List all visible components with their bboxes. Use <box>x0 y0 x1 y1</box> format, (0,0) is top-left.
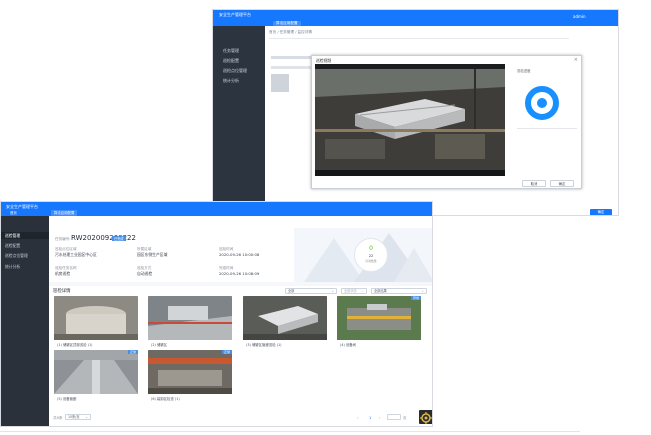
chevron-down-icon: ⌄ <box>421 289 424 293</box>
chevron-down-icon: ⌄ <box>331 289 334 293</box>
card-photo <box>54 296 138 340</box>
close-icon[interactable]: × <box>574 57 578 63</box>
inspection-card[interactable]: (2) 储罐区 <box>148 296 232 348</box>
card-badge: 正常 <box>221 350 232 354</box>
page-number[interactable]: 1 <box>369 416 371 420</box>
field-value-1: 园区东侧生产区域 <box>137 252 168 257</box>
modal-side-label: 巡检进度 <box>517 69 531 73</box>
card-photo <box>54 350 138 394</box>
inspection-card[interactable]: 正常 (6) 装卸区检查 (1) <box>148 350 232 403</box>
next-page-icon[interactable]: › <box>379 416 380 420</box>
background-window: 安全生产管理平台 admin 算法应用配置 任务管理 巡检配置 巡检点位管理 统… <box>212 9 619 216</box>
inspection-card[interactable]: 异常 (4) 设备间 <box>337 296 421 348</box>
modal-cancel-button[interactable]: 取消 <box>522 180 546 187</box>
industrial-scene-image <box>315 69 505 170</box>
main-user-label[interactable]: 首页 <box>10 210 17 215</box>
main-menu-2[interactable]: 巡检点位管理 <box>5 253 28 259</box>
modal-ok-button[interactable]: 确定 <box>550 180 574 187</box>
status-badge: 已完成 <box>112 236 126 241</box>
filter-all[interactable]: 全部 ⌄ <box>285 288 337 294</box>
back-breadcrumb: 首页 / 任务管理 / 监控详情 <box>269 30 312 34</box>
card-photo <box>337 296 421 340</box>
chevron-down-icon: ⌄ <box>361 289 364 293</box>
back-menu-2[interactable]: 巡检点位管理 <box>223 68 247 74</box>
main-tab[interactable]: 算法应用配置 <box>51 210 78 216</box>
card-caption: (5) 设备管廊 <box>57 397 77 401</box>
prev-page-icon[interactable]: ‹ <box>357 416 358 420</box>
score-circle: 0 22 异常数量 <box>354 238 388 272</box>
filter-result[interactable]: 全部结果 ⌄ <box>371 288 427 294</box>
back-topbar: 安全生产管理平台 admin 算法应用配置 <box>213 10 618 27</box>
card-caption: (1) 储罐区顶部巡检 (1) <box>57 343 93 347</box>
card-caption: (3) 储罐区管廊巡检 (1) <box>246 343 282 347</box>
card-photo <box>148 296 232 340</box>
inspection-video[interactable] <box>315 64 505 176</box>
gear-icon[interactable] <box>419 410 432 424</box>
task-summary: 任务编号: RW202009260222 已完成 巡检点位区域 污水处理工业园区… <box>49 228 432 282</box>
back-user-name[interactable]: admin <box>573 14 586 19</box>
back-menu-3[interactable]: 统计分析 <box>223 78 239 84</box>
field-value-5: 2020-09-26 10:08:09 <box>219 271 260 276</box>
card-badge: 异常 <box>410 296 421 300</box>
task-code-label: 任务编号: <box>55 237 71 241</box>
main-topbar: 安全生产管理平台 首页 算法应用配置 <box>1 202 432 216</box>
inspection-card[interactable]: (1) 储罐区顶部巡检 (1) <box>54 296 138 348</box>
score-note: 异常数量 <box>365 259 377 263</box>
card-photo <box>148 350 232 394</box>
chevron-down-icon: ⌄ <box>85 415 88 419</box>
page-unit: 页 <box>403 416 407 420</box>
back-menu-0[interactable]: 任务管理 <box>223 48 239 54</box>
task-code: RW202009260222 <box>71 234 136 242</box>
field-value-3: 机房巡检 <box>55 271 71 276</box>
video-modal: 巡检视频 × 巡检进度 取消 确定 <box>311 55 582 189</box>
back-confirm-button[interactable]: 确定 <box>590 209 612 215</box>
filter-status[interactable]: 全部状态 ⌄ <box>341 288 367 294</box>
card-badge: 正常 <box>127 350 138 354</box>
score-sub: 22 <box>368 254 374 258</box>
field-value-2: 2020-09-26 10:00:08 <box>219 252 260 257</box>
main-menu-0[interactable]: 巡检管理 <box>5 233 20 239</box>
page-goto-input[interactable] <box>387 414 401 420</box>
back-app-title: 安全生产管理平台 <box>219 12 251 17</box>
field-value-4: 自动巡检 <box>137 271 153 276</box>
score-value: 0 <box>369 245 373 252</box>
main-sidebar: 巡检管理 巡检配置 巡检点位管理 统计分析 <box>1 216 49 426</box>
card-caption: (2) 储罐区 <box>151 343 168 347</box>
pagination-total: 共6条 <box>53 416 63 420</box>
progress-ring-icon <box>525 86 559 120</box>
video-controls[interactable] <box>315 170 505 176</box>
field-value-0: 污水处理工业园区中心区 <box>55 252 97 257</box>
bottom-divider <box>0 431 580 432</box>
inspection-card[interactable]: 正常 (5) 设备管廊 <box>54 350 138 403</box>
main-window: 安全生产管理平台 首页 算法应用配置 巡检管理 巡检配置 巡检点位管理 统计分析… <box>0 201 433 427</box>
section-title: 巡检详情 <box>53 289 71 294</box>
main-menu-1[interactable]: 巡检配置 <box>5 243 20 249</box>
back-menu-1[interactable]: 巡检配置 <box>223 58 239 64</box>
back-sidebar: 任务管理 巡检配置 巡检点位管理 统计分析 <box>213 26 265 215</box>
main-menu-3[interactable]: 统计分析 <box>5 264 20 270</box>
card-caption: (6) 装卸区检查 (1) <box>151 397 180 401</box>
page-size-select[interactable]: 10条/页 ⌄ <box>65 414 91 420</box>
inspection-card[interactable]: (3) 储罐区管廊巡检 (1) <box>243 296 327 348</box>
card-caption: (4) 设备间 <box>340 343 357 347</box>
card-photo <box>243 296 327 340</box>
